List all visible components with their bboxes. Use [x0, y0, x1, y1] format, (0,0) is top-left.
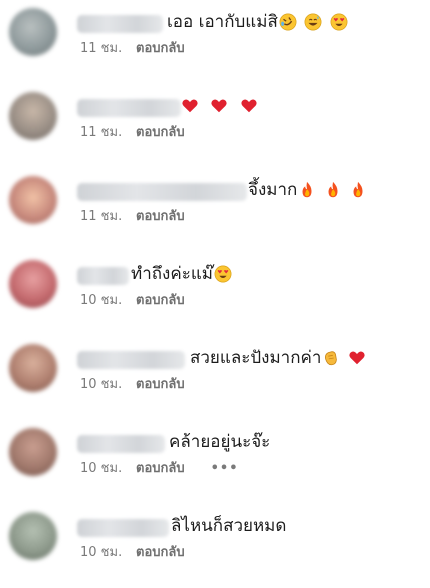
comment-text: คล้ายอยู่นะจ๊ะ — [169, 432, 271, 452]
reply-button[interactable]: ตอบกลับ — [136, 545, 185, 560]
comment-item: เออ เอากับแม่สิ 11 ชม. ตอบกลับ — [0, 0, 430, 84]
comment-item: สวยและปังมากค่า 10 ชม. ตอบกลับ — [0, 336, 430, 420]
emoji-row — [298, 178, 369, 202]
avatar[interactable] — [9, 8, 57, 56]
avatar[interactable] — [9, 176, 57, 224]
emoji-row — [279, 10, 350, 34]
comment-item: ลิไหนก็สวยหมด 10 ชม. ตอบกลับ — [0, 504, 430, 588]
timestamp: 10 ชม. — [80, 377, 123, 392]
reply-button[interactable]: ตอบกลับ — [136, 377, 185, 392]
comment-meta: 11 ชม. ตอบกลับ — [80, 41, 185, 57]
username[interactable] — [77, 519, 169, 537]
comment-text: ทำถึงค่ะแม๊ — [131, 264, 214, 284]
avatar[interactable] — [9, 428, 57, 476]
comment-text-row: ทำถึงค่ะแม๊ — [131, 262, 234, 286]
comment-text-row: สวยและปังมากค่า — [190, 346, 368, 370]
comment-text: สวยและปังมากค่า — [190, 348, 322, 368]
comment-text-row — [180, 94, 260, 118]
username[interactable] — [77, 15, 163, 33]
clapping-emoji — [325, 351, 338, 366]
fire-emoji — [353, 181, 363, 198]
red-heart-emoji — [349, 351, 365, 365]
timestamp: 10 ชม. — [80, 293, 123, 308]
avatar[interactable] — [9, 512, 57, 560]
reply-button[interactable]: ตอบกลับ — [136, 41, 185, 56]
emoji-row — [181, 94, 260, 118]
more-options-icon[interactable]: ••• — [211, 461, 239, 477]
comment-meta: 10 ชม. ตอบกลับ — [80, 293, 185, 309]
timestamp: 11 ชม. — [80, 209, 123, 224]
emoji-row — [322, 346, 367, 370]
red-heart-emoji — [211, 99, 227, 113]
emoji-row — [214, 262, 234, 286]
timestamp: 10 ชม. — [80, 545, 123, 560]
heart-eyes-emoji — [214, 265, 232, 283]
comment-text-row: เออ เอากับแม่สิ — [167, 10, 350, 34]
timestamp: 11 ชม. — [80, 41, 123, 56]
grinning-sweat-emoji — [304, 13, 322, 31]
comment-item: จึ้งมาก 11 ชม. ตอบกลับ — [0, 168, 430, 252]
comment-meta: 11 ชม. ตอบกลับ — [80, 125, 185, 141]
fire-emoji — [328, 181, 338, 198]
username[interactable] — [77, 183, 247, 201]
username[interactable] — [77, 351, 185, 369]
comment-text: เออ เอากับแม่สิ — [167, 12, 278, 32]
comment-text-row: คล้ายอยู่นะจ๊ะ — [169, 430, 270, 454]
fire-emoji — [302, 181, 312, 198]
rofl-emoji — [279, 13, 297, 31]
comment-item: ทำถึงค่ะแม๊ 10 ชม. ตอบกลับ — [0, 252, 430, 336]
username[interactable] — [77, 99, 181, 117]
timestamp: 10 ชม. — [80, 461, 123, 476]
red-heart-emoji — [182, 99, 198, 113]
comment-meta: 10 ชม. ตอบกลับ — [80, 377, 185, 393]
reply-button[interactable]: ตอบกลับ — [136, 125, 185, 140]
comment-text-row: ลิไหนก็สวยหมด — [171, 514, 286, 538]
comment-meta: 10 ชม. ตอบกลับ ••• — [80, 461, 239, 477]
reply-button[interactable]: ตอบกลับ — [136, 293, 185, 308]
comment-text: จึ้งมาก — [248, 180, 298, 200]
comment-item: คล้ายอยู่นะจ๊ะ 10 ชม. ตอบกลับ ••• — [0, 420, 430, 504]
heart-eyes-emoji — [330, 13, 348, 31]
red-heart-emoji — [241, 99, 257, 113]
comment-text: ลิไหนก็สวยหมด — [171, 516, 287, 536]
comment-meta: 10 ชม. ตอบกลับ — [80, 545, 185, 561]
timestamp: 11 ชม. — [80, 125, 123, 140]
avatar[interactable] — [9, 260, 57, 308]
reply-button[interactable]: ตอบกลับ — [136, 209, 185, 224]
avatar[interactable] — [9, 92, 57, 140]
comment-meta: 11 ชม. ตอบกลับ — [80, 209, 185, 225]
comment-text-row: จึ้งมาก — [248, 178, 369, 202]
reply-button[interactable]: ตอบกลับ — [136, 461, 185, 476]
avatar[interactable] — [9, 344, 57, 392]
username[interactable] — [77, 267, 129, 285]
comment-item: 11 ชม. ตอบกลับ — [0, 84, 430, 168]
username[interactable] — [77, 435, 165, 453]
